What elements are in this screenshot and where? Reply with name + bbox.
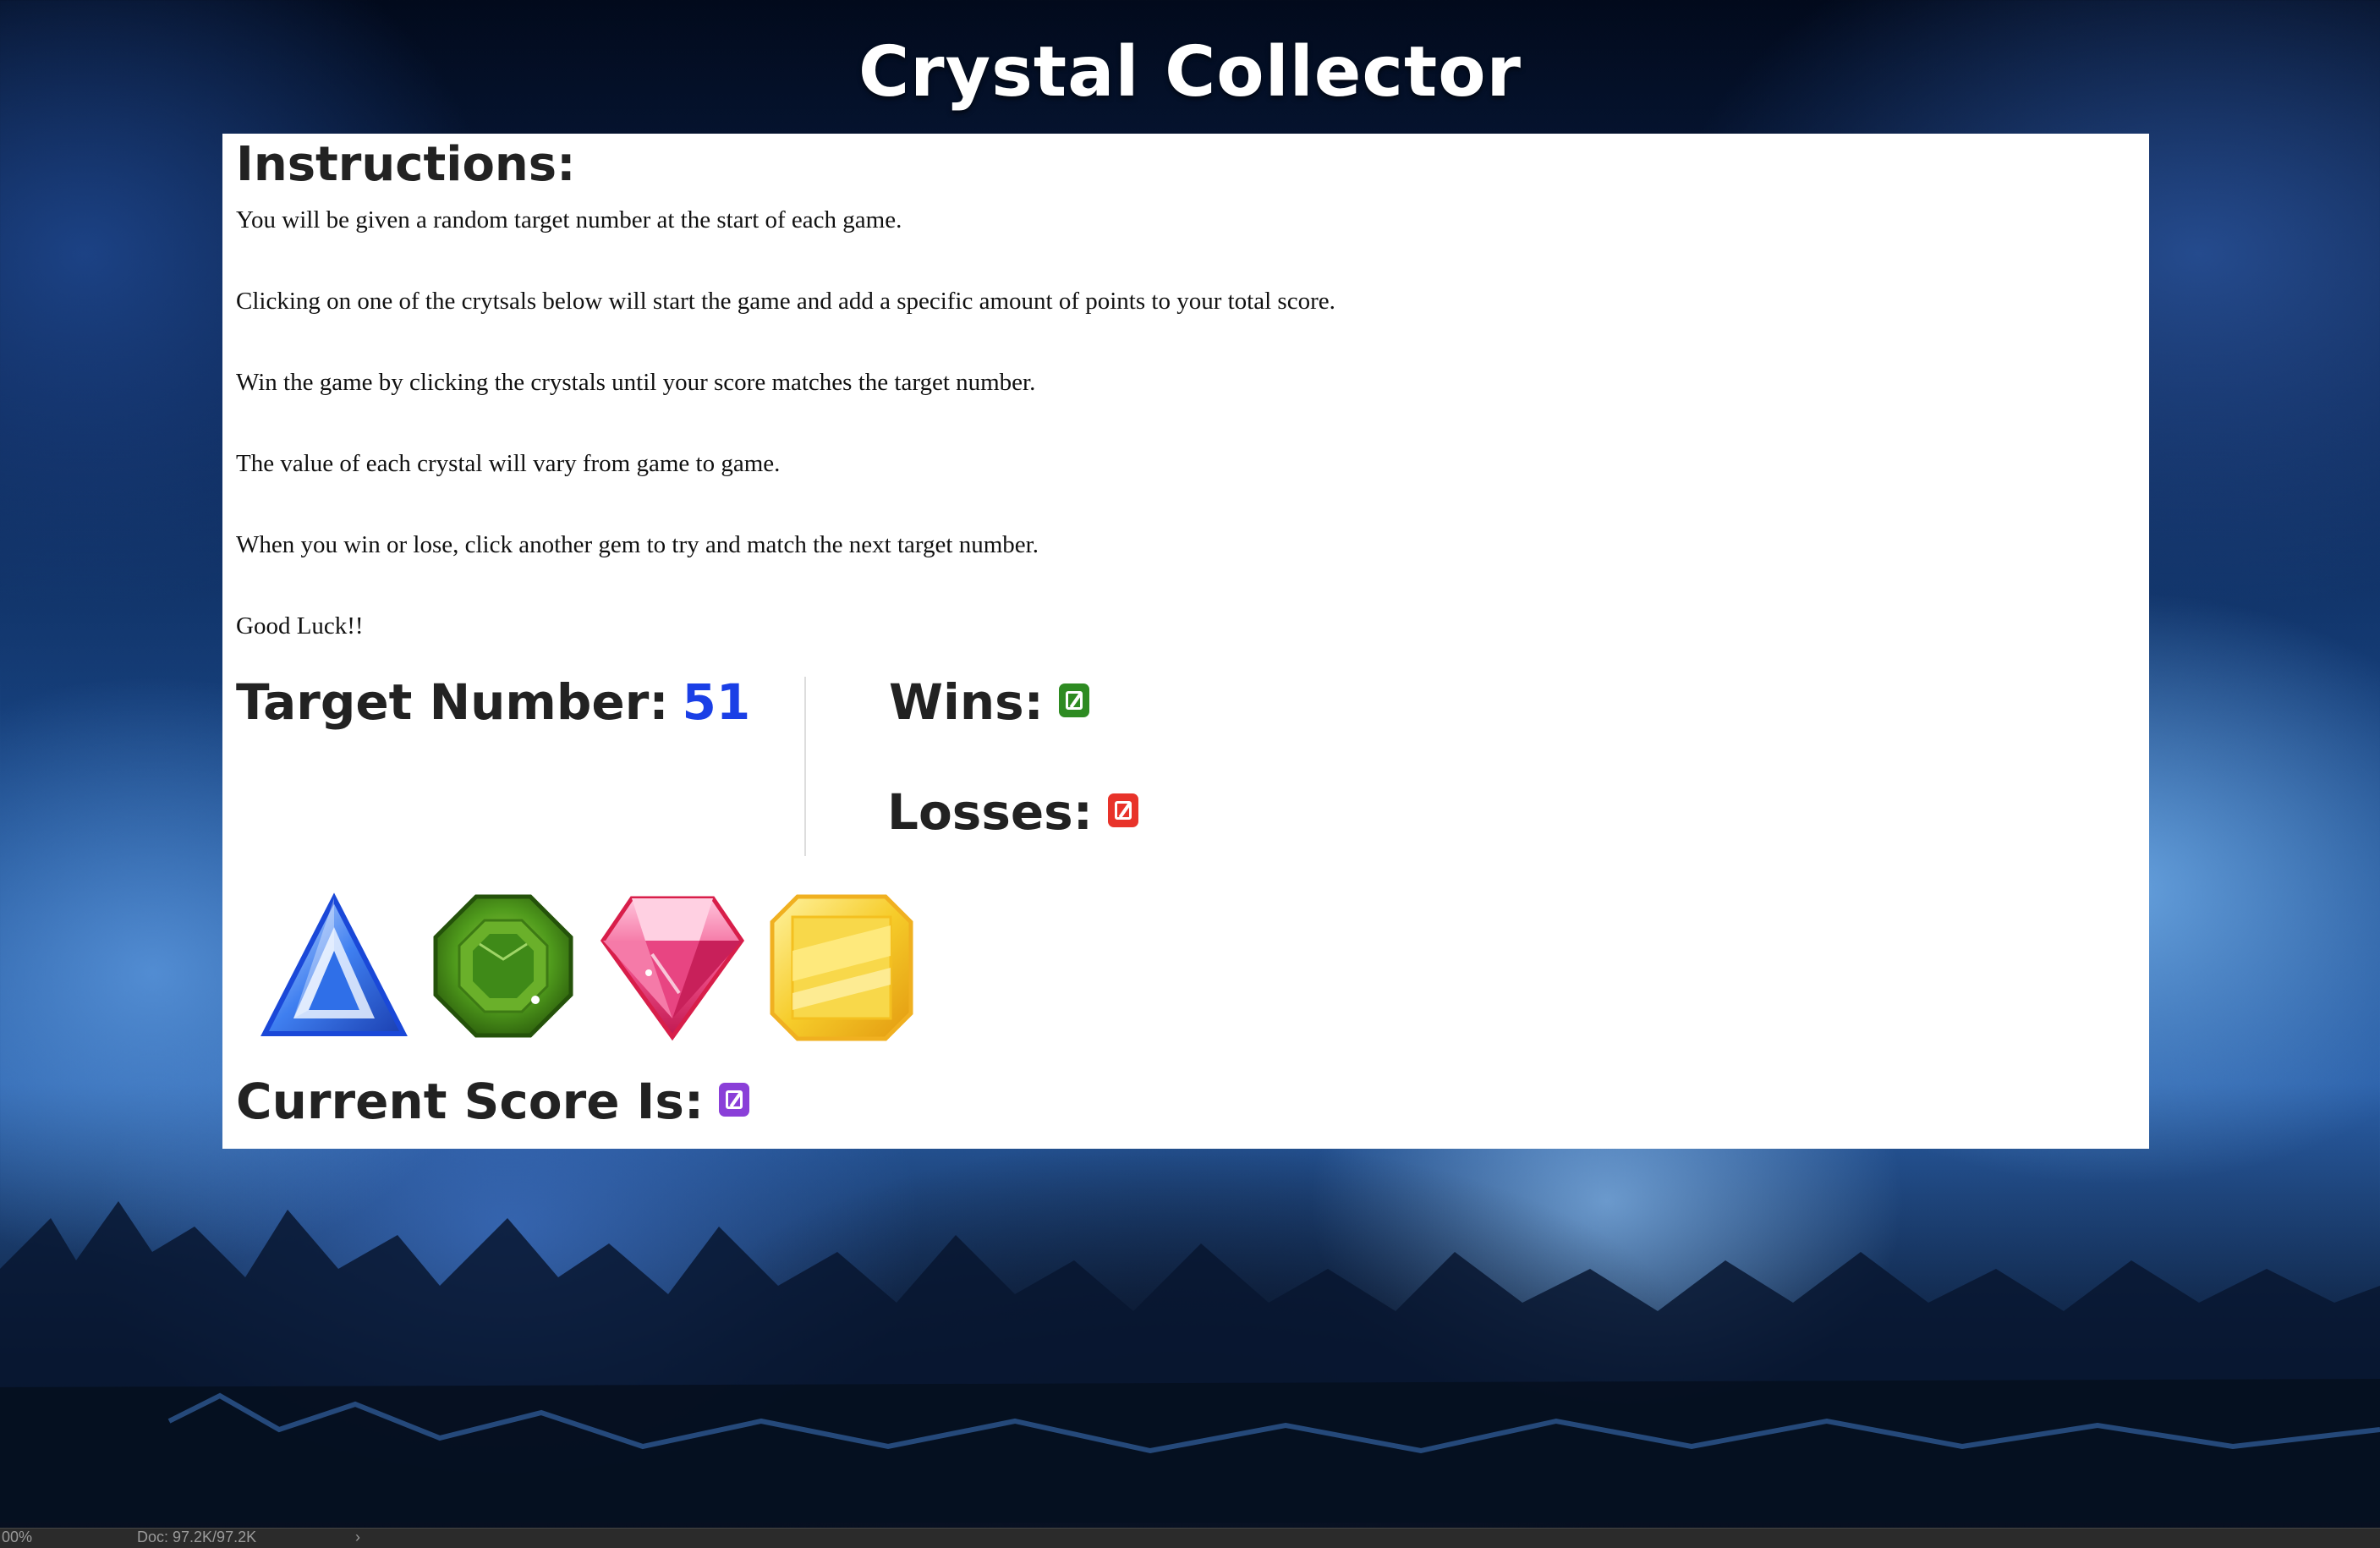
green-octagon-crystal-icon[interactable] bbox=[429, 892, 578, 1044]
cave-reflection-decoration bbox=[0, 1201, 2380, 1523]
page-title: Crystal Collector bbox=[858, 32, 1522, 113]
wins-counter: Wins: 0 bbox=[889, 673, 1089, 731]
losses-counter: Losses: 0 bbox=[887, 783, 1138, 841]
instruction-line: Clicking on one of the crytsals below wi… bbox=[236, 288, 1335, 315]
current-score-label: Current Score Is: bbox=[236, 1073, 705, 1130]
instruction-line: Win the game by clicking the crystals un… bbox=[236, 369, 1036, 396]
instructions-heading: Instructions: bbox=[236, 137, 576, 192]
instruction-line: The value of each crystal will vary from… bbox=[236, 450, 781, 477]
pink-diamond-crystal-icon[interactable] bbox=[598, 892, 747, 1044]
yellow-square-crystal-icon[interactable] bbox=[767, 892, 916, 1044]
stats-divider bbox=[804, 677, 806, 856]
instruction-line: You will be given a random target number… bbox=[236, 206, 902, 233]
losses-value: 0 bbox=[1107, 793, 1138, 827]
doc-size: Doc: 97.2K/97.2K bbox=[137, 1529, 257, 1545]
status-bar: 00% Doc: 97.2K/97.2K › bbox=[0, 1528, 2380, 1548]
current-score-value: 0 bbox=[719, 1083, 750, 1117]
instruction-line: Good Luck!! bbox=[236, 612, 364, 640]
instruction-line: When you win or lose, click another gem … bbox=[236, 531, 1039, 558]
target-number-label: Target Number: bbox=[236, 673, 669, 731]
wins-value: 0 bbox=[1058, 683, 1089, 717]
target-number-value: 51 bbox=[682, 673, 751, 731]
zoom-level: 00% bbox=[2, 1529, 33, 1545]
chevron-right-icon[interactable]: › bbox=[355, 1529, 360, 1546]
current-score: Current Score Is: 0 bbox=[236, 1073, 750, 1130]
losses-label: Losses: bbox=[887, 783, 1093, 841]
target-number: Target Number: 51 bbox=[236, 673, 750, 731]
game-panel: Instructions: You will be given a random… bbox=[222, 134, 2149, 1149]
wins-label: Wins: bbox=[889, 673, 1044, 731]
blue-triangle-crystal-icon[interactable] bbox=[260, 892, 409, 1044]
